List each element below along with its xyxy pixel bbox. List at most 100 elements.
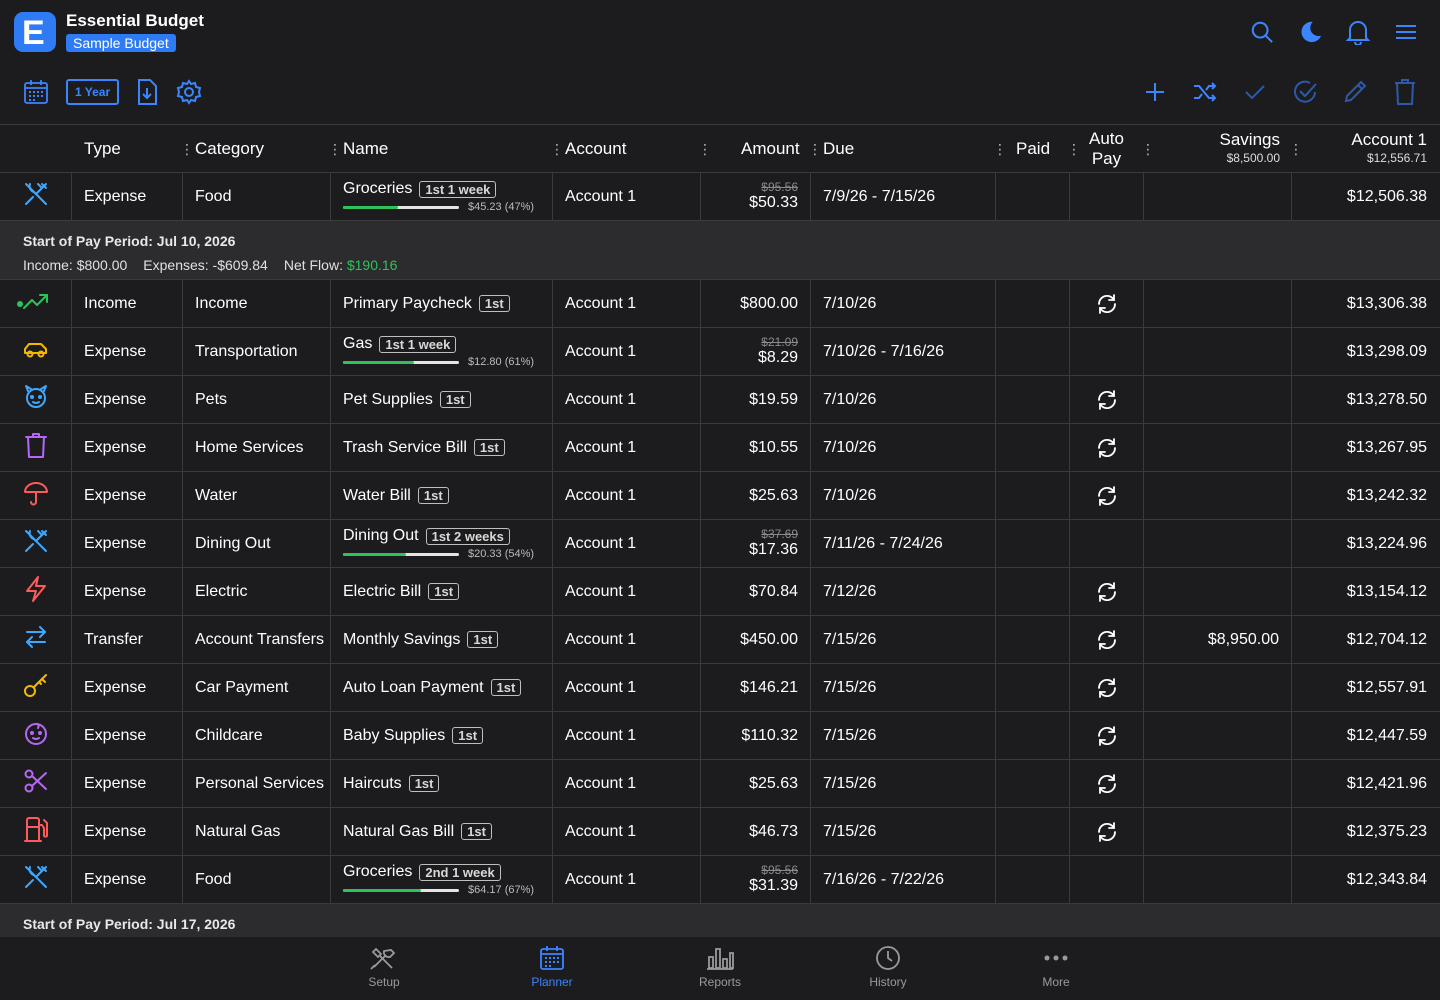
occurrence-tag: 1st (452, 727, 484, 744)
account-balance-cell: $13,267.95 (1346, 438, 1427, 456)
autopay-cell[interactable] (1070, 424, 1144, 471)
column-header-savings[interactable]: Savings $8,500.00 (1200, 125, 1280, 173)
export-download-icon[interactable] (135, 78, 159, 106)
edit-pencil-icon[interactable] (1342, 78, 1368, 106)
column-resize-handle[interactable]: ⋮ (993, 141, 1007, 158)
autopay-cell[interactable] (1070, 328, 1144, 375)
column-resize-handle[interactable]: ⋮ (328, 141, 342, 158)
paid-checkbox-cell[interactable] (996, 173, 1070, 220)
autopay-cell[interactable] (1070, 173, 1144, 220)
spending-progress-bar (343, 205, 459, 209)
transaction-row[interactable]: Expense Home Services Trash Service Bill 1s… (0, 424, 1440, 472)
category-cell: Food (183, 856, 331, 903)
column-header-type[interactable]: Type (84, 125, 121, 173)
budget-name-badge[interactable]: Sample Budget (66, 34, 176, 52)
column-header-auto-pay[interactable]: Auto Pay (1089, 125, 1124, 173)
search-icon[interactable] (1250, 18, 1274, 46)
autopay-cell[interactable] (1070, 280, 1144, 327)
transaction-row[interactable]: Expense Water Water Bill 1st Account 1 $25.63… (0, 472, 1440, 520)
paid-checkbox-cell[interactable] (996, 280, 1070, 327)
autopay-cell[interactable] (1070, 376, 1144, 423)
paid-checkbox-cell[interactable] (996, 856, 1070, 903)
category-cell: Account Transfers (183, 616, 331, 663)
autopay-cell[interactable] (1070, 760, 1144, 807)
column-resize-handle[interactable]: ⋮ (1289, 141, 1303, 158)
name-cell: Trash Service Bill 1st (331, 424, 553, 471)
column-resize-handle[interactable]: ⋮ (180, 141, 194, 158)
paid-checkbox-cell[interactable] (996, 712, 1070, 759)
transaction-row[interactable]: Expense Food Groceries 1st 1 week $45.23 (47… (0, 173, 1440, 221)
transaction-row[interactable]: Expense Personal Services Haircuts 1st Accou… (0, 760, 1440, 808)
transaction-row[interactable]: Expense Natural Gas Natural Gas Bill 1st Acc… (0, 808, 1440, 856)
autopay-cell[interactable] (1070, 472, 1144, 519)
savings-balance-cell (1144, 856, 1292, 903)
bell-icon[interactable] (1346, 18, 1370, 46)
paid-checkbox-cell[interactable] (996, 472, 1070, 519)
category-cell: Transportation (183, 328, 331, 375)
add-plus-icon[interactable] (1142, 78, 1168, 106)
autopay-cell[interactable] (1070, 856, 1144, 903)
dark-mode-moon-icon[interactable] (1298, 18, 1322, 46)
autopay-cell[interactable] (1070, 808, 1144, 855)
transaction-row[interactable]: Expense Childcare Baby Supplies 1st Account … (0, 712, 1440, 760)
transaction-row[interactable]: Expense Food Groceries 2nd 1 week $64.17 (67… (0, 856, 1440, 904)
account-balance-cell: $13,278.50 (1346, 390, 1427, 408)
type-cell: Expense (72, 472, 183, 519)
column-header-account-1[interactable]: Account 1 $12,556.71 (1340, 125, 1427, 173)
menu-icon[interactable] (1394, 18, 1418, 46)
account-balance-cell: $12,343.84 (1346, 870, 1427, 888)
account-cell: Account 1 (553, 856, 701, 903)
paid-checkbox-cell[interactable] (996, 664, 1070, 711)
tab-more[interactable]: More (1016, 945, 1096, 989)
column-header-due[interactable]: Due (823, 125, 854, 173)
autopay-cell[interactable] (1070, 568, 1144, 615)
autopay-cell[interactable] (1070, 520, 1144, 567)
account-cell: Account 1 (553, 568, 701, 615)
shuffle-icon[interactable] (1192, 78, 1218, 106)
paid-checkbox-cell[interactable] (996, 568, 1070, 615)
paid-checkbox-cell[interactable] (996, 808, 1070, 855)
autopay-cell[interactable] (1070, 664, 1144, 711)
paid-checkbox-cell[interactable] (996, 376, 1070, 423)
paid-checkbox-cell[interactable] (996, 520, 1070, 567)
transaction-row[interactable]: Expense Transportation Gas 1st 1 week $12.80… (0, 328, 1440, 376)
checkmark-icon[interactable] (1242, 78, 1268, 106)
column-resize-handle[interactable]: ⋮ (808, 141, 822, 158)
column-header-paid[interactable]: Paid (1016, 125, 1050, 173)
settings-gear-icon[interactable] (175, 78, 203, 106)
transfer-icon (22, 623, 50, 656)
amount-value: $19.59 (749, 390, 798, 408)
calendar-icon[interactable] (22, 78, 50, 106)
transaction-row[interactable]: Expense Electric Electric Bill 1st Account 1… (0, 568, 1440, 616)
column-resize-handle[interactable]: ⋮ (1434, 141, 1440, 158)
transaction-row[interactable]: Income Income Primary Paycheck 1st Account 1… (0, 280, 1440, 328)
column-resize-handle[interactable]: ⋮ (698, 141, 712, 158)
check-circle-icon[interactable] (1292, 78, 1318, 106)
transaction-row[interactable]: Expense Pets Pet Supplies 1st Account 1 $19.5… (0, 376, 1440, 424)
column-header-amount[interactable]: Amount (741, 125, 800, 173)
delete-trash-icon[interactable] (1392, 78, 1418, 106)
column-resize-handle[interactable]: ⋮ (550, 141, 564, 158)
tab-planner[interactable]: Planner (512, 945, 592, 989)
paid-checkbox-cell[interactable] (996, 760, 1070, 807)
transaction-row[interactable]: Expense Dining Out Dining Out 1st 2 weeks $2… (0, 520, 1440, 568)
column-header-account[interactable]: Account (565, 125, 626, 173)
tab-reports[interactable]: Reports (680, 945, 760, 989)
tab-history[interactable]: History (848, 945, 928, 989)
column-resize-handle[interactable]: ⋮ (1141, 141, 1155, 158)
occurrence-tag: 1st 2 weeks (425, 527, 510, 545)
column-header-name[interactable]: Name (343, 125, 388, 173)
autopay-cell[interactable] (1070, 616, 1144, 663)
transaction-row[interactable]: Transfer Account Transfers Monthly Savings… (0, 616, 1440, 664)
amount-cell: $21.09 $8.29 (701, 328, 811, 375)
paid-checkbox-cell[interactable] (996, 424, 1070, 471)
app-title: Essential Budget (66, 11, 204, 30)
paid-checkbox-cell[interactable] (996, 616, 1070, 663)
paid-checkbox-cell[interactable] (996, 328, 1070, 375)
column-resize-handle[interactable]: ⋮ (1067, 141, 1081, 158)
transaction-row[interactable]: Expense Car Payment Auto Loan Payment 1st Ac… (0, 664, 1440, 712)
timeframe-button[interactable]: 1 Year (66, 79, 120, 105)
column-header-category[interactable]: Category (195, 125, 264, 173)
autopay-cell[interactable] (1070, 712, 1144, 759)
tab-setup[interactable]: Setup (344, 945, 424, 989)
